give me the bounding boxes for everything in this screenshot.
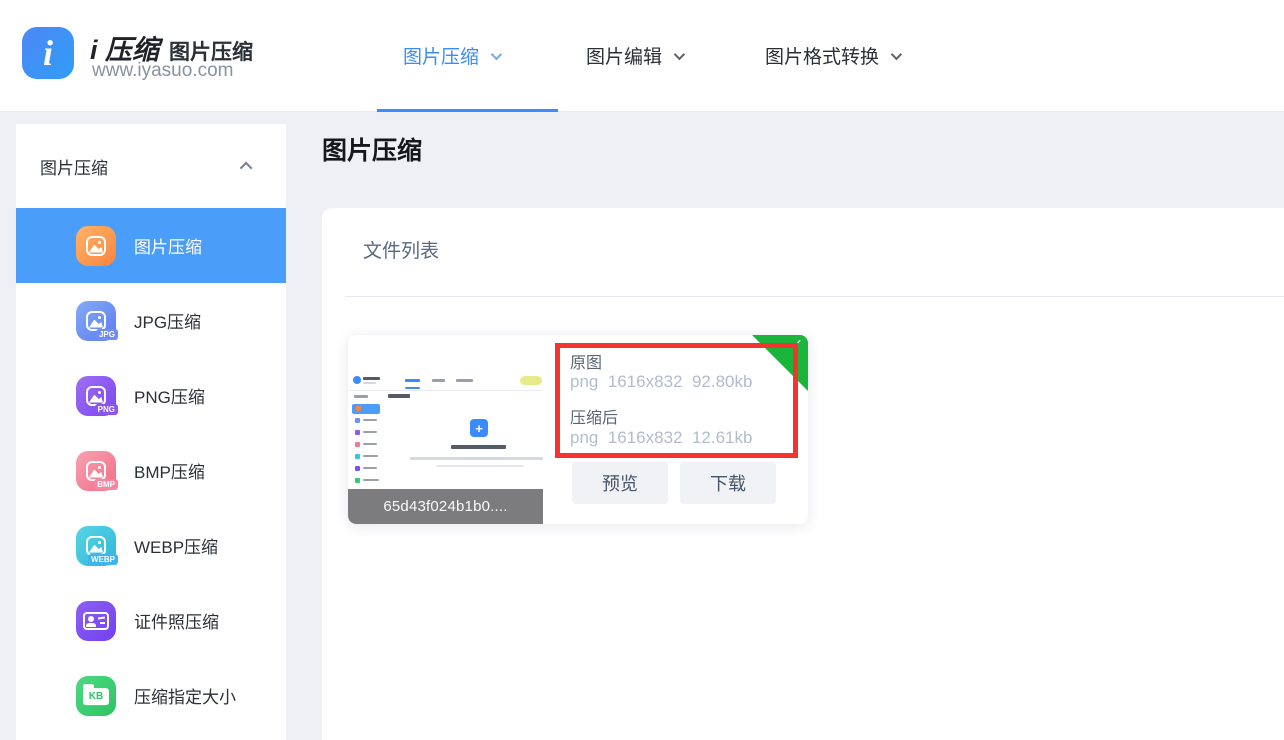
format-badge: PNG xyxy=(95,404,118,415)
topnav-label: 图片格式转换 xyxy=(765,42,879,69)
topnav-image-edit[interactable]: 图片编辑 xyxy=(586,0,682,111)
preview-button[interactable]: 预览 xyxy=(572,462,668,504)
sidebar-item-webp-compress[interactable]: WEBP WEBP压缩 xyxy=(16,508,286,583)
chevron-down-icon xyxy=(491,48,502,59)
thumb-cta-pill xyxy=(520,376,542,385)
kb-badge: KB xyxy=(83,688,109,705)
file-list-title: 文件列表 xyxy=(363,236,439,263)
sidebar-item-bmp-compress[interactable]: BMP BMP压缩 xyxy=(16,433,286,508)
chevron-down-icon xyxy=(891,48,902,59)
bmp-compress-icon: BMP xyxy=(76,451,116,491)
active-tab-underline xyxy=(377,109,558,112)
topnav-label: 图片压缩 xyxy=(403,42,479,69)
sidebar-item-label: JPG压缩 xyxy=(134,308,201,333)
sidebar-group-label: 图片压缩 xyxy=(40,154,108,179)
format-badge: JPG xyxy=(96,329,118,340)
thumb-logo-icon xyxy=(353,376,361,384)
sidebar-item-compress-to-size[interactable]: KB 压缩指定大小 xyxy=(16,658,286,733)
download-button[interactable]: 下载 xyxy=(680,462,776,504)
file-card: + 65d43f024b1b0.... 原图 png 1616x832 92.8… xyxy=(348,335,808,524)
original-info: png 1616x832 92.80kb xyxy=(570,372,752,392)
sidebar: 图片压缩 图片压缩 JPG JPG压缩 PNG PNG压缩 BMP BMP压缩 xyxy=(16,124,286,740)
webp-compress-icon: WEBP xyxy=(76,526,116,566)
format-badge: BMP xyxy=(94,479,118,490)
sidebar-item-label: 压缩指定大小 xyxy=(134,683,236,708)
sidebar-group-image-compress[interactable]: 图片压缩 xyxy=(16,124,286,208)
brand-logo-icon[interactable]: i xyxy=(22,27,74,79)
format-badge: WEBP xyxy=(88,554,118,565)
jpg-compress-icon: JPG xyxy=(76,301,116,341)
page-title: 图片压缩 xyxy=(322,131,422,167)
topnav-format-convert[interactable]: 图片格式转换 xyxy=(765,0,899,111)
sidebar-item-label: BMP压缩 xyxy=(134,458,205,483)
sidebar-item-jpg-compress[interactable]: JPG JPG压缩 xyxy=(16,283,286,358)
id-photo-icon xyxy=(76,601,116,641)
sidebar-item-id-photo-compress[interactable]: 证件照压缩 xyxy=(16,583,286,658)
file-name: 65d43f024b1b0.... xyxy=(348,489,543,524)
chevron-up-icon xyxy=(240,161,253,174)
app-header: i i 压缩图片压缩 www.iyasuo.com 图片压缩 图片编辑 图片格式… xyxy=(0,0,1284,112)
sidebar-item-label: 证件照压缩 xyxy=(134,608,219,633)
file-thumbnail[interactable]: + 65d43f024b1b0.... xyxy=(348,372,543,524)
file-list-panel: 文件列表 + 65d43f024 xyxy=(322,208,1284,740)
compressed-label: 压缩后 xyxy=(570,404,618,428)
sidebar-item-label: 图片压缩 xyxy=(134,233,202,258)
kb-folder-icon: KB xyxy=(76,676,116,716)
compressed-info: png 1616x832 12.61kb xyxy=(570,428,752,448)
original-label: 原图 xyxy=(570,349,602,373)
sidebar-item-label: WEBP压缩 xyxy=(134,533,218,558)
sidebar-item-label: PNG压缩 xyxy=(134,383,205,408)
topnav-image-compress[interactable]: 图片压缩 xyxy=(403,0,499,111)
sidebar-item-png-compress[interactable]: PNG PNG压缩 xyxy=(16,358,286,433)
thumb-upload-plus-icon: + xyxy=(470,419,488,437)
panel-divider xyxy=(345,296,1284,297)
checkmark-icon: ✓ xyxy=(791,336,803,353)
png-compress-icon: PNG xyxy=(76,376,116,416)
image-compress-icon xyxy=(76,226,116,266)
sidebar-item-image-compress[interactable]: 图片压缩 xyxy=(16,208,286,283)
chevron-down-icon xyxy=(674,48,685,59)
brand-url: www.iyasuo.com xyxy=(92,60,234,82)
topnav-label: 图片编辑 xyxy=(586,42,662,69)
